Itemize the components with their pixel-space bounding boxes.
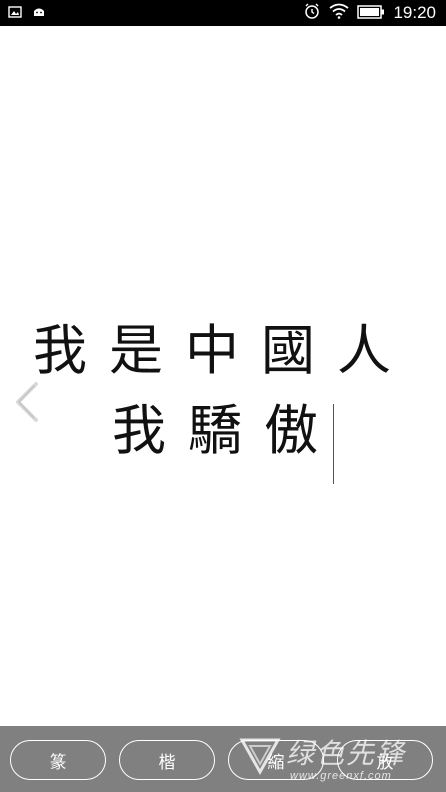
- image-notification-icon: [8, 4, 22, 23]
- status-right: 19:20: [303, 0, 436, 26]
- chevron-left-icon[interactable]: [12, 380, 42, 424]
- android-notification-icon: [32, 4, 46, 23]
- regular-script-button[interactable]: 楷: [119, 740, 215, 780]
- text-cursor: [333, 404, 334, 484]
- zoom-out-button[interactable]: 縮: [228, 740, 324, 780]
- seal-script-button[interactable]: 篆: [10, 740, 106, 780]
- battery-icon: [357, 4, 385, 23]
- calligraphy-canvas[interactable]: 我是中國人 我驕傲: [0, 26, 446, 726]
- wifi-icon: [329, 3, 350, 23]
- notification-icons: [8, 4, 46, 23]
- status-bar: 19:20: [0, 0, 446, 26]
- zoom-in-button[interactable]: 放: [337, 740, 433, 780]
- status-time: 19:20: [393, 3, 436, 22]
- font-toolbar: 篆 楷 縮 放 绿色先锋 www.greenxf.com: [0, 726, 446, 792]
- calligraphy-line-2: 我驕傲: [112, 399, 340, 462]
- calligraphy-line-1: 我是中國人: [33, 319, 413, 382]
- alarm-icon: [303, 2, 321, 24]
